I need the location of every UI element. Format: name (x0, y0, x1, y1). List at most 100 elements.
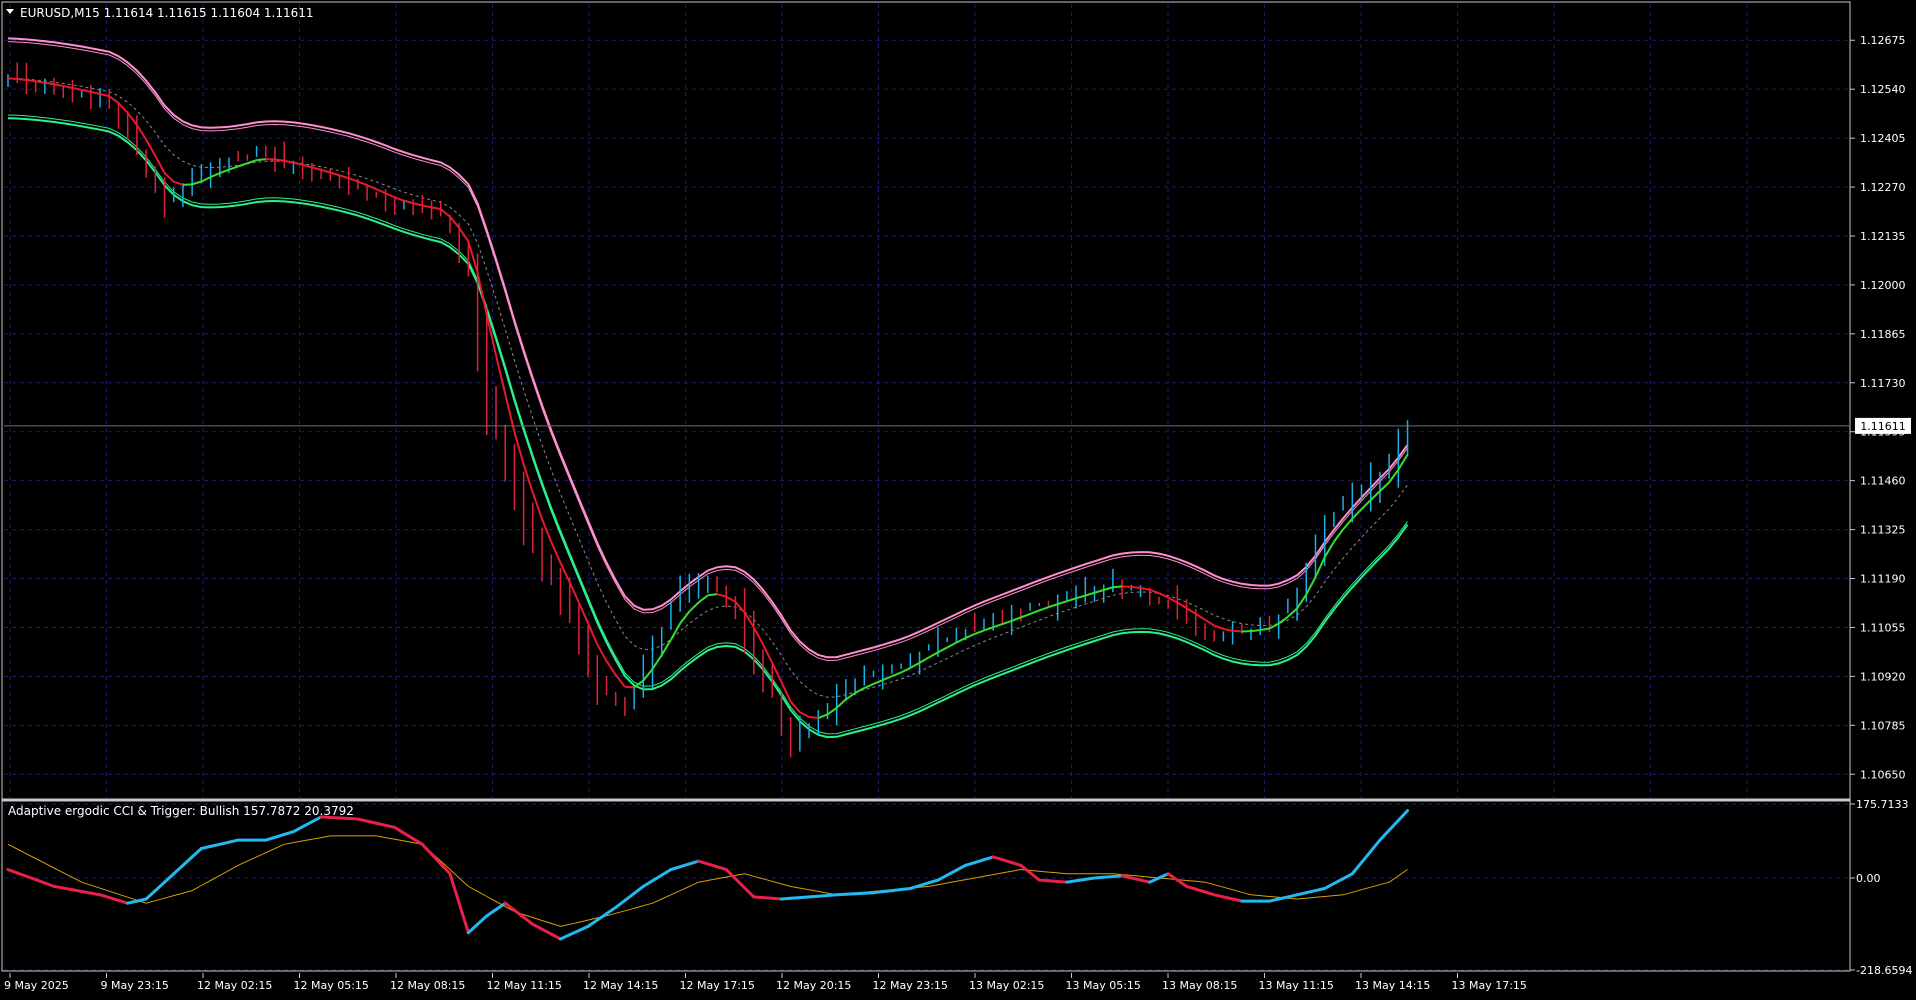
trend-line-segment (901, 668, 910, 673)
trend-line-segment (432, 207, 441, 209)
cci-line-segment (956, 865, 965, 870)
oscillator-lines (8, 811, 1408, 939)
cci-line-segment (395, 827, 404, 833)
trend-line-segment (1380, 482, 1389, 491)
time-axis-label: 12 May 05:15 (294, 979, 369, 992)
trend-line-segment (100, 94, 109, 96)
trend-line-segment (892, 672, 901, 676)
trend-line-segment (1021, 614, 1030, 617)
trend-line-segment (349, 178, 358, 181)
time-axis-label: 13 May 05:15 (1066, 979, 1141, 992)
cci-line-segment (616, 900, 625, 907)
trend-line-segment (192, 181, 201, 184)
indicator-info-label: Adaptive ergodic CCI & Trigger: Bullish … (8, 804, 354, 818)
oscillator-axis-label: 175.7133 (1856, 798, 1909, 811)
trend-line-segment (459, 228, 468, 242)
trend-line-segment (54, 84, 63, 86)
cci-line-segment (468, 924, 477, 932)
cci-line-segment (579, 926, 588, 930)
trend-line-segment (653, 655, 662, 669)
cci-line-segment (662, 870, 671, 876)
trend-line-segment (699, 595, 708, 602)
trend-line-segment (966, 634, 975, 638)
trend-line-segment (1104, 587, 1113, 590)
trend-line-segment (63, 86, 72, 88)
trend-line-segment (956, 638, 965, 643)
time-axis-label: 12 May 20:15 (776, 979, 851, 992)
trend-line-segment (560, 563, 569, 582)
trend-line-segment (128, 113, 137, 125)
cci-line-segment (293, 827, 302, 832)
cci-line-segment (1352, 863, 1361, 874)
trend-line-segment (1260, 629, 1269, 631)
trend-line-segment (1085, 593, 1094, 596)
trend-line-segment (514, 432, 523, 464)
trend-line-segment (671, 623, 680, 639)
trend-line-segment (1030, 610, 1039, 614)
trend-line-segment (920, 657, 929, 662)
trend-line-segment (257, 159, 266, 160)
trend-line-segment (1288, 608, 1297, 616)
trend-line-segment (275, 160, 284, 161)
trend-line-segment (597, 644, 606, 661)
cci-line-segment (570, 931, 579, 935)
chart-canvas[interactable]: 1.126751.125401.124051.122701.121351.120… (0, 0, 1916, 996)
trend-line-segment (26, 80, 35, 81)
cci-line-segment (478, 916, 487, 924)
trend-line-segment (229, 166, 238, 169)
time-axis-label: 13 May 14:15 (1355, 979, 1430, 992)
cci-line-segment (551, 934, 560, 939)
price-axis-label: 1.11190 (1860, 573, 1906, 586)
trend-line-segment (533, 493, 542, 519)
trend-line-segment (1113, 586, 1122, 587)
trend-line-segment (45, 83, 54, 85)
trend-line-segment (183, 184, 192, 185)
trend-line-segment (1251, 630, 1260, 631)
trend-line-segment (570, 582, 579, 602)
trend-line-segment (303, 165, 312, 167)
cci-line-segment (947, 870, 956, 875)
oscillator-axis-label: -218.6594 (1856, 964, 1912, 977)
plot-border (2, 2, 1850, 971)
trend-line-segment (1196, 614, 1205, 620)
cci-line-segment (1030, 873, 1039, 880)
trend-line-segment (72, 88, 81, 90)
trend-line-segment (201, 177, 210, 181)
time-axis-label: 12 May 02:15 (197, 979, 272, 992)
cci-line-segment (487, 910, 496, 916)
time-axis-label: 13 May 11:15 (1259, 979, 1334, 992)
cci-line-segment (938, 875, 947, 880)
oscillator-axis-label: 0.00 (1856, 872, 1881, 885)
trend-line-segment (772, 663, 781, 682)
trading-chart-window[interactable]: 1.126751.125401.124051.122701.121351.120… (0, 0, 1916, 996)
trend-line (8, 78, 1408, 718)
symbol-menu-triangle-icon[interactable] (6, 9, 14, 14)
time-axis-label: 13 May 17:15 (1452, 979, 1527, 992)
trend-line-segment (376, 189, 385, 193)
envelope-bands (8, 38, 1408, 737)
trend-line-segment (708, 594, 717, 595)
trend-line-segment (1352, 509, 1361, 518)
cci-line-segment (1389, 820, 1398, 830)
time-axis-label: 13 May 02:15 (969, 979, 1044, 992)
price-axis-label: 1.12270 (1860, 181, 1906, 194)
trend-line-segment (118, 103, 127, 113)
trend-line-segment (165, 173, 174, 182)
trend-line-segment (947, 643, 956, 648)
trend-line-segment (137, 125, 146, 140)
trend-line-segment (542, 519, 551, 542)
trend-line-segment (993, 624, 1002, 627)
trend-line-segment (763, 645, 772, 663)
trend-line-segment (478, 273, 487, 315)
cci-line-segment (1325, 884, 1334, 889)
cci-line-segment (1021, 865, 1030, 872)
trend-line-segment (1067, 598, 1076, 601)
cci-line-segment (634, 886, 643, 893)
trend-line-segment (1141, 588, 1150, 590)
time-axis[interactable]: 9 May 20259 May 23:1512 May 02:1512 May … (4, 973, 1527, 992)
trend-line-segment (643, 669, 652, 681)
price-axis[interactable]: 1.126751.125401.124051.122701.121351.120… (1850, 34, 1906, 781)
trend-line-segment (339, 175, 348, 178)
trend-line-segment (1076, 596, 1085, 599)
oscillator-axis[interactable]: 175.7133 0.00 -218.6594 (1850, 798, 1912, 977)
